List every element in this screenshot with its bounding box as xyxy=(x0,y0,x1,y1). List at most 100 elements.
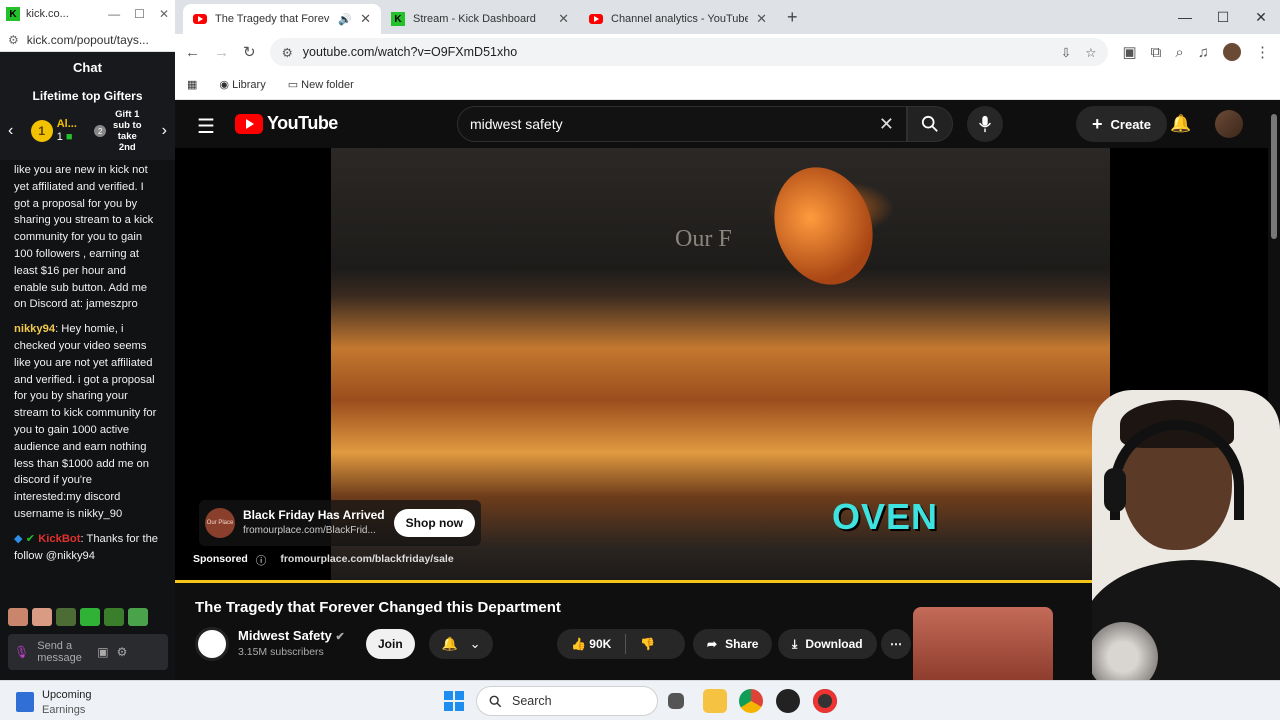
mic-icon[interactable]: 🎙 xyxy=(14,645,29,659)
close-icon[interactable]: ✕ xyxy=(159,7,169,21)
download-button[interactable]: ⤓ Download xyxy=(778,629,877,659)
shop-now-button[interactable]: Shop now xyxy=(393,509,475,537)
webcam-overlay xyxy=(1092,390,1280,680)
tab-strip: The Tragedy that Forever Ch 🔊 ✕ K Stream… xyxy=(175,0,1280,34)
popout-url-bar[interactable]: ⚙ kick.com/popout/tays... xyxy=(0,28,175,52)
tune-icon: ⚙ xyxy=(8,32,19,47)
chat-header: Chat xyxy=(0,52,175,82)
chrome-taskbar-icon[interactable] xyxy=(739,689,763,713)
voice-search-button[interactable] xyxy=(967,106,1003,142)
minimize-icon[interactable]: — xyxy=(108,7,120,21)
video-title: The Tragedy that Forever Changed this De… xyxy=(195,599,561,616)
omnibox[interactable]: ⚙ youtube.com/watch?v=O9FXmD51xho ⇩ ☆ xyxy=(269,38,1109,66)
extension-icon[interactable]: ▣ xyxy=(1122,43,1136,61)
chevron-right-icon[interactable]: › xyxy=(162,122,167,140)
download-label: Download xyxy=(805,637,863,651)
dislike-button[interactable]: 👎 xyxy=(640,637,655,651)
speaker-icon[interactable]: 🔊 xyxy=(338,13,352,26)
scrollbar-thumb[interactable] xyxy=(1271,114,1277,239)
thumbs-down-icon: 👎 xyxy=(640,637,656,651)
forward-icon[interactable]: → xyxy=(214,44,229,61)
bookmark-library[interactable]: ◉ Library xyxy=(219,78,265,91)
video-overlay-text: Our F xyxy=(675,226,732,252)
site-info-icon[interactable]: ⚙ xyxy=(282,45,293,60)
emote-icon[interactable] xyxy=(80,608,100,626)
ad-link[interactable]: fromourplace.com/blackfriday/sale xyxy=(280,553,453,568)
maximize-icon[interactable]: ☐ xyxy=(134,7,145,21)
close-tab-icon[interactable]: ✕ xyxy=(360,11,371,27)
up-next-thumbnail[interactable] xyxy=(913,607,1053,680)
bookmark-star-icon[interactable]: ☆ xyxy=(1085,45,1096,60)
chat-input[interactable]: 🎙 Send a message ▣ ⚙ xyxy=(8,634,168,670)
like-count: 90K xyxy=(589,637,612,651)
app-icon[interactable] xyxy=(813,689,837,713)
clear-search-icon[interactable]: ✕ xyxy=(879,114,894,135)
chevron-left-icon[interactable]: ‹ xyxy=(8,122,13,140)
library-icon: ◉ xyxy=(219,79,230,91)
bookmark-new-folder[interactable]: ▭ New folder xyxy=(288,78,354,91)
start-button[interactable] xyxy=(444,691,464,711)
tab-youtube-studio[interactable]: Channel analytics - YouTube St ✕ xyxy=(579,4,777,34)
tab-kick-dashboard[interactable]: K Stream - Kick Dashboard ✕ xyxy=(381,4,579,34)
join-button[interactable]: Join xyxy=(366,629,415,659)
media-controls-icon[interactable]: ♫ xyxy=(1198,44,1209,61)
rank-medal-icon: 1 xyxy=(30,120,53,142)
minimize-icon[interactable]: — xyxy=(1166,0,1204,34)
widget-title: Upcoming xyxy=(42,689,92,701)
gift-cta[interactable]: Gift 1 sub to take 2nd xyxy=(110,109,144,153)
account-avatar[interactable] xyxy=(1215,110,1243,138)
more-actions-button[interactable]: ⋯ xyxy=(881,629,911,659)
chat-username[interactable]: nikky94 xyxy=(14,323,55,335)
folder-icon: ▭ xyxy=(287,79,299,91)
gift-box-icon[interactable]: ▣ xyxy=(97,645,108,659)
tab-search-icon[interactable]: ⌕ xyxy=(1175,44,1183,61)
widgets-button[interactable]: Upcoming Earnings xyxy=(16,687,92,717)
like-dislike-group: 👍 90K 👎 xyxy=(557,629,685,659)
taskbar-search[interactable]: Search xyxy=(476,686,658,716)
emote-icon[interactable] xyxy=(32,608,52,626)
settings-icon[interactable]: ⚙ xyxy=(117,645,128,659)
close-window-icon[interactable]: ✕ xyxy=(1242,0,1280,34)
kick-logo-icon: K xyxy=(6,7,20,21)
youtube-logo[interactable]: YouTube xyxy=(235,113,338,134)
close-tab-icon[interactable]: ✕ xyxy=(558,11,569,27)
microphone-icon xyxy=(979,115,991,133)
emote-icon[interactable] xyxy=(8,608,28,626)
task-view-icon[interactable] xyxy=(668,693,684,709)
emote-icon[interactable] xyxy=(56,608,76,626)
search-button[interactable] xyxy=(907,106,953,142)
back-icon[interactable]: ← xyxy=(185,44,200,61)
ad-overlay[interactable]: Our Place Black Friday Has Arrived fromo… xyxy=(199,500,481,546)
subscription-bell-button[interactable]: 🔔 ⌄ xyxy=(429,629,493,659)
tab-youtube-video[interactable]: The Tragedy that Forever Ch 🔊 ✕ xyxy=(183,4,381,34)
file-explorer-icon[interactable] xyxy=(703,689,727,713)
chrome-menu-icon[interactable]: ⋮ xyxy=(1255,43,1270,61)
extensions-puzzle-icon[interactable]: ⧉ xyxy=(1151,44,1162,61)
hamburger-menu-icon[interactable]: ☰ xyxy=(197,114,215,139)
create-button[interactable]: + Create xyxy=(1076,106,1167,142)
apps-grid-icon[interactable]: ▦ xyxy=(187,78,197,91)
reload-icon[interactable]: ↻ xyxy=(243,43,256,61)
chevron-down-icon: ⌄ xyxy=(469,636,481,651)
windows-taskbar: Upcoming Earnings Search xyxy=(0,680,1280,720)
info-icon[interactable]: ⓘ xyxy=(256,553,267,568)
emote-icon[interactable] xyxy=(128,608,148,626)
like-button[interactable]: 👍 90K xyxy=(571,637,611,651)
profile-avatar[interactable] xyxy=(1223,43,1241,61)
chat-username[interactable]: KickBot xyxy=(38,533,80,545)
new-tab-icon[interactable]: + xyxy=(787,7,798,28)
notifications-bell-icon[interactable]: 🔔 xyxy=(1170,114,1191,134)
share-arrow-icon: ➦ xyxy=(707,637,718,651)
emote-icon[interactable] xyxy=(104,608,124,626)
chat-text: : Hey homie, i checked your video seems … xyxy=(14,323,157,520)
obs-icon[interactable] xyxy=(776,689,800,713)
channel-avatar[interactable] xyxy=(195,627,229,661)
maximize-icon[interactable]: ☐ xyxy=(1204,0,1242,34)
tab-title: The Tragedy that Forever Ch xyxy=(215,13,330,25)
share-button[interactable]: ➦ Share xyxy=(693,629,773,659)
close-tab-icon[interactable]: ✕ xyxy=(756,11,767,27)
address-toolbar: ← → ↻ ⚙ youtube.com/watch?v=O9FXmD51xho … xyxy=(175,34,1280,70)
search-input[interactable]: midwest safety ✕ xyxy=(457,106,907,142)
channel-name[interactable]: Midwest Safety ✔ xyxy=(238,628,345,643)
install-app-icon[interactable]: ⇩ xyxy=(1061,45,1071,60)
